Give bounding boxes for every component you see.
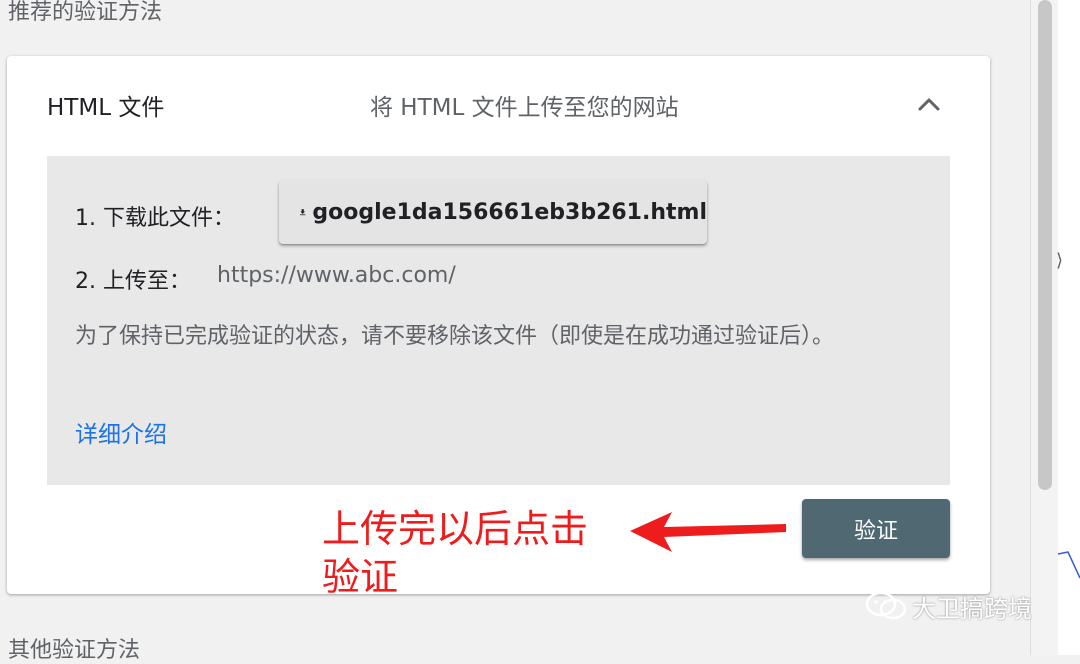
method-name: HTML 文件 bbox=[47, 95, 165, 121]
download-icon bbox=[300, 209, 306, 216]
keep-file-note: 为了保持已完成验证的状态，请不要移除该文件（即使是在成功通过验证后）。 bbox=[75, 324, 835, 349]
watermark-text: 大卫搞跨境 bbox=[912, 594, 1032, 623]
learn-more-link[interactable]: 详细介绍 bbox=[75, 415, 167, 449]
edge-glyph: ⟩ bbox=[1056, 250, 1064, 271]
instructions-panel: 1. 下载此文件： google1da156661eb3b261.html 2.… bbox=[47, 156, 950, 485]
method-description: 将 HTML 文件上传至您的网站 bbox=[370, 95, 679, 121]
chevron-up-icon[interactable] bbox=[914, 92, 944, 116]
recommended-methods-title: 推荐的验证方法 bbox=[8, 0, 163, 25]
upload-url: https://www.abc.com/ bbox=[217, 263, 456, 288]
wechat-icon bbox=[865, 591, 907, 620]
step2-label: 2. 上传至： bbox=[75, 269, 191, 294]
page: 推荐的验证方法 HTML 文件 将 HTML 文件上传至您的网站 1. 下载此文… bbox=[0, 0, 1030, 663]
download-file-button[interactable]: google1da156661eb3b261.html bbox=[279, 180, 707, 244]
edge-chart-line bbox=[1058, 551, 1080, 579]
other-methods-title: 其他验证方法 bbox=[8, 638, 141, 663]
download-file-name: google1da156661eb3b261.html bbox=[312, 199, 707, 225]
verify-button[interactable]: 验证 bbox=[802, 499, 950, 558]
red-arrow-annotation bbox=[630, 512, 786, 552]
scrollbar-thumb[interactable] bbox=[1038, 0, 1052, 490]
watermark: 大卫搞跨境 bbox=[864, 588, 1032, 624]
step1-label: 1. 下载此文件： bbox=[75, 206, 235, 231]
red-annotation-text: 上传完以后点击验证 bbox=[322, 507, 589, 599]
